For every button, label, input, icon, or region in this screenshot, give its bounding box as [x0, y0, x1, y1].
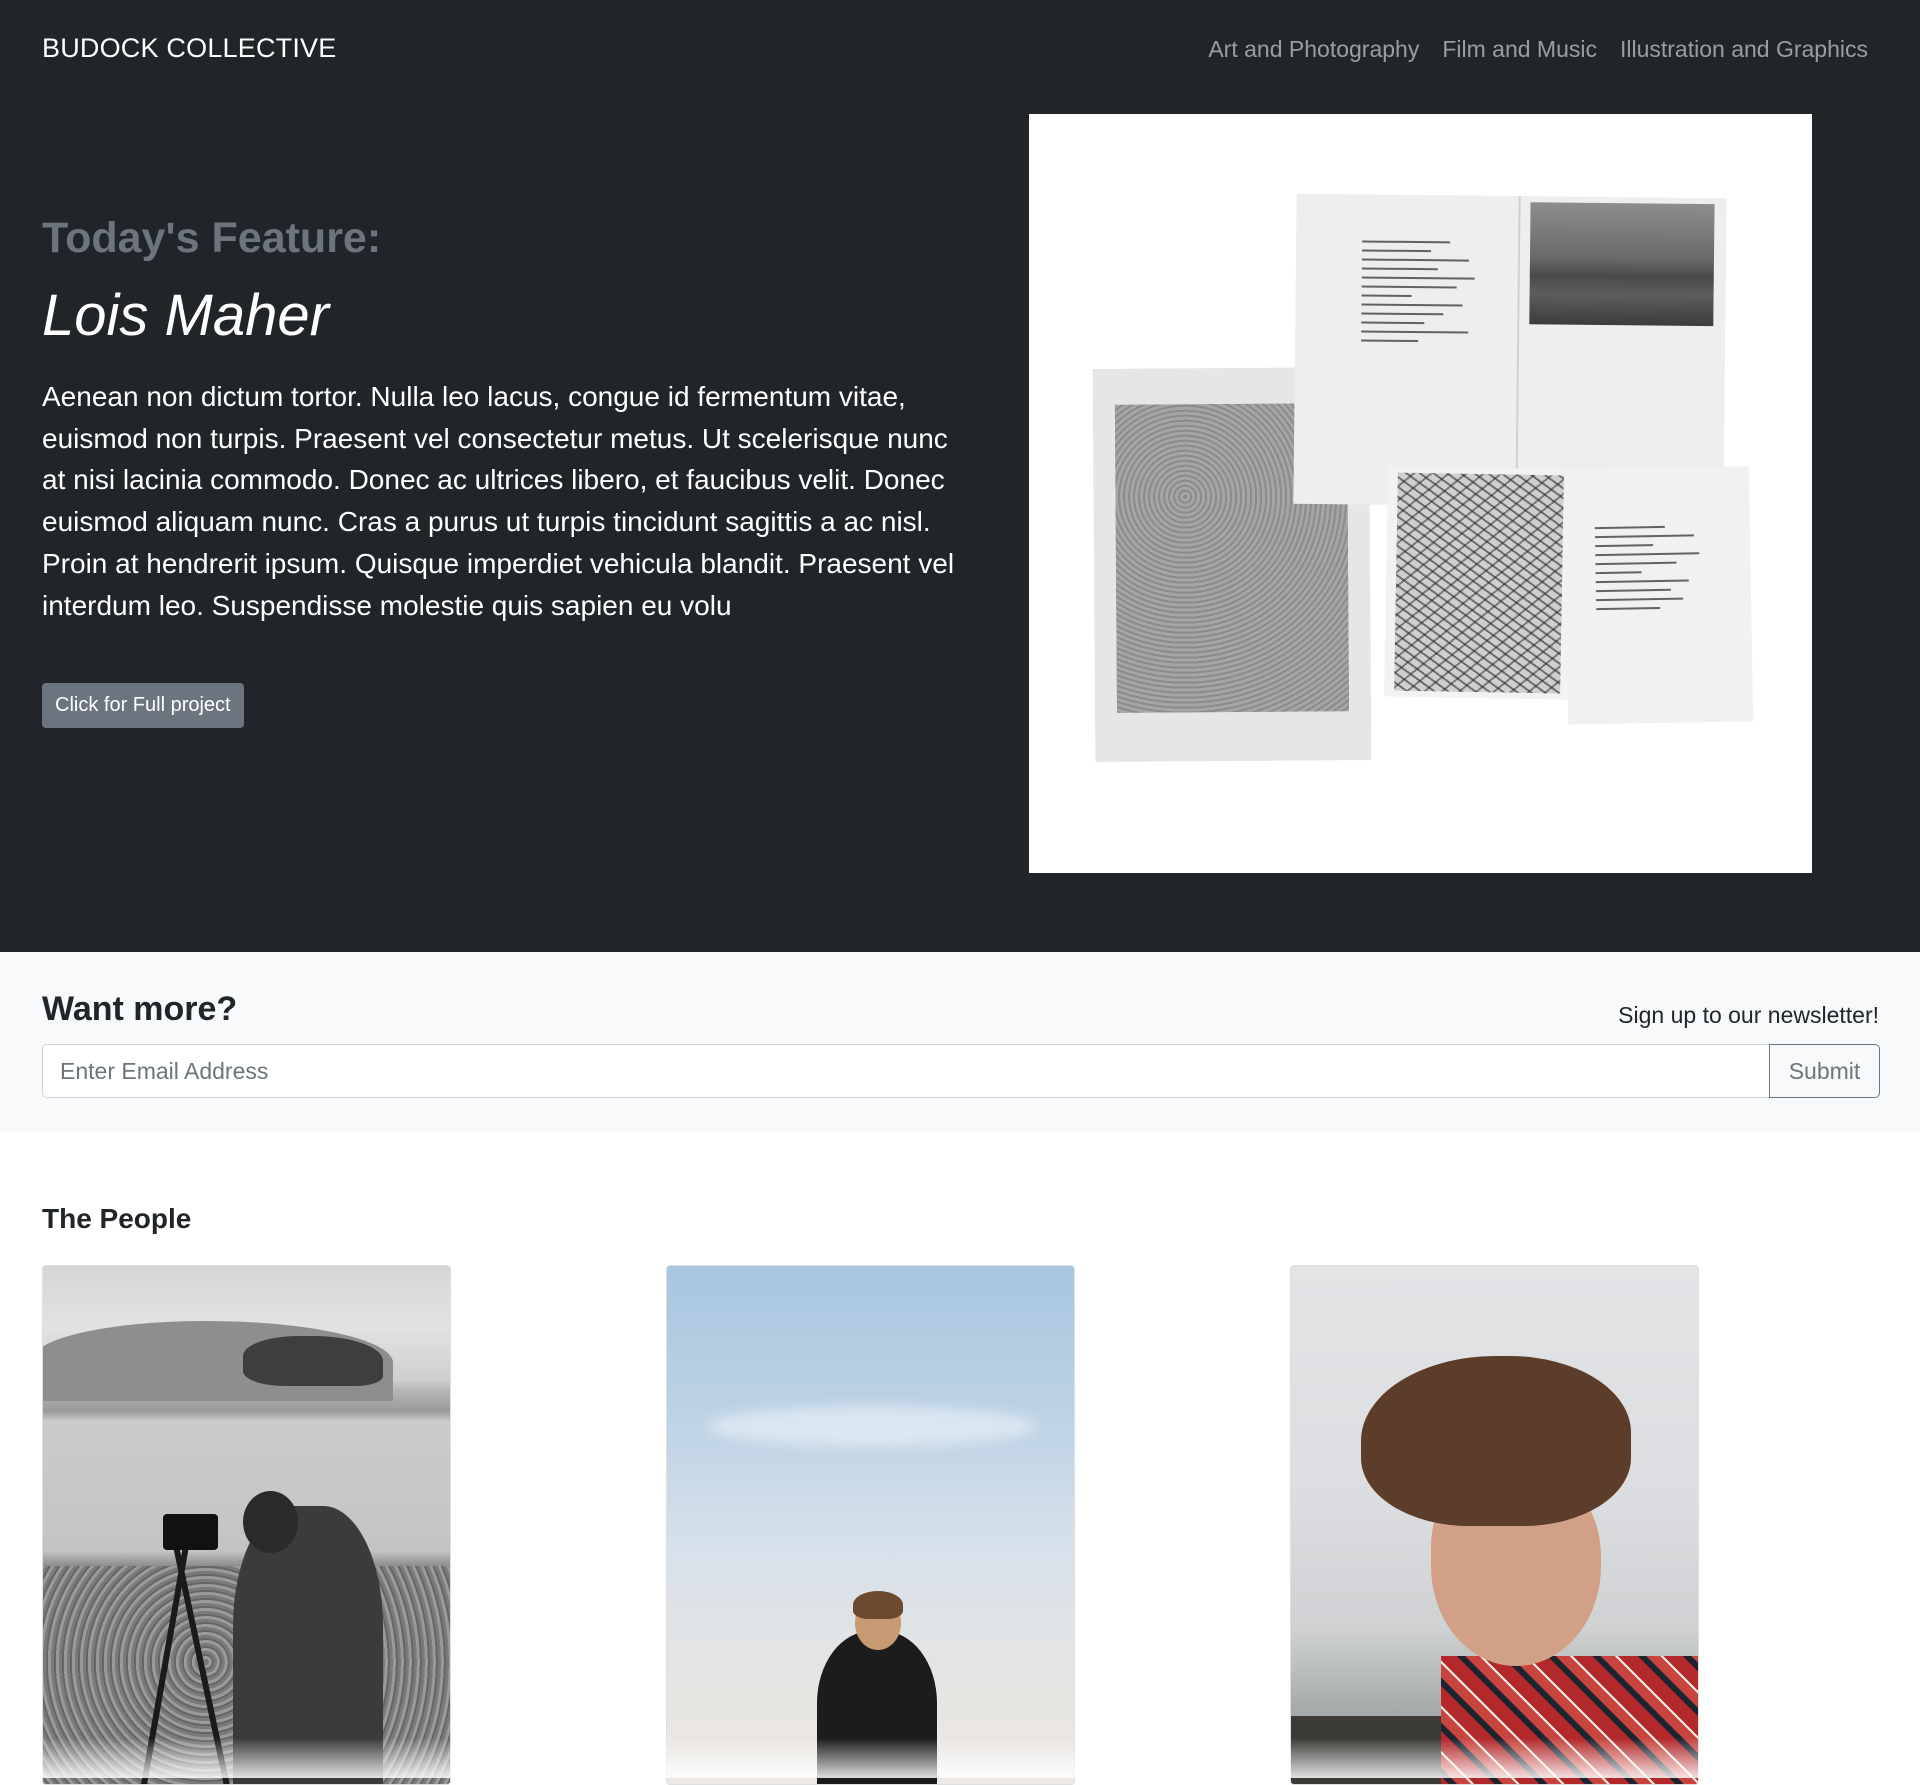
- email-input[interactable]: [42, 1044, 1770, 1098]
- feature-description: Aenean non dictum tortor. Nulla leo lacu…: [42, 376, 972, 626]
- nav-link-art-photography[interactable]: Art and Photography: [1208, 36, 1419, 63]
- newsletter-section: Want more? Sign up to our newsletter! Su…: [0, 952, 1920, 1132]
- person-card[interactable]: [666, 1265, 1075, 1785]
- nav-link-illustration-graphics[interactable]: Illustration and Graphics: [1620, 36, 1868, 63]
- people-section-title: The People: [42, 1203, 191, 1235]
- collage-handwritten-notes: [1564, 466, 1753, 724]
- full-project-button[interactable]: Click for Full project: [42, 683, 244, 728]
- collage-tree-photo: [1384, 466, 1572, 699]
- person-card[interactable]: [1290, 1265, 1699, 1785]
- person-card[interactable]: [42, 1265, 451, 1785]
- newsletter-subtitle: Sign up to our newsletter!: [1618, 1002, 1879, 1029]
- hero-section: BUDOCK COLLECTIVE Art and Photography Fi…: [0, 0, 1920, 952]
- feature-collage-image[interactable]: [1029, 114, 1812, 873]
- nav-link-film-music[interactable]: Film and Music: [1442, 36, 1597, 63]
- collage-sketchbook: [1293, 194, 1726, 508]
- person-photo-portrait: [1291, 1266, 1698, 1784]
- feature-kicker: Today's Feature:: [42, 214, 381, 263]
- person-photo-photographer: [43, 1266, 450, 1784]
- person-photo-sky: [667, 1266, 1074, 1784]
- submit-button[interactable]: Submit: [1769, 1044, 1880, 1098]
- feature-artist-name: Lois Maher: [42, 282, 329, 349]
- collage-landscape-photo: [1529, 202, 1714, 326]
- newsletter-title: Want more?: [42, 990, 237, 1029]
- brand-logo[interactable]: BUDOCK COLLECTIVE: [42, 33, 336, 64]
- main-nav: Art and Photography Film and Music Illus…: [1208, 36, 1868, 63]
